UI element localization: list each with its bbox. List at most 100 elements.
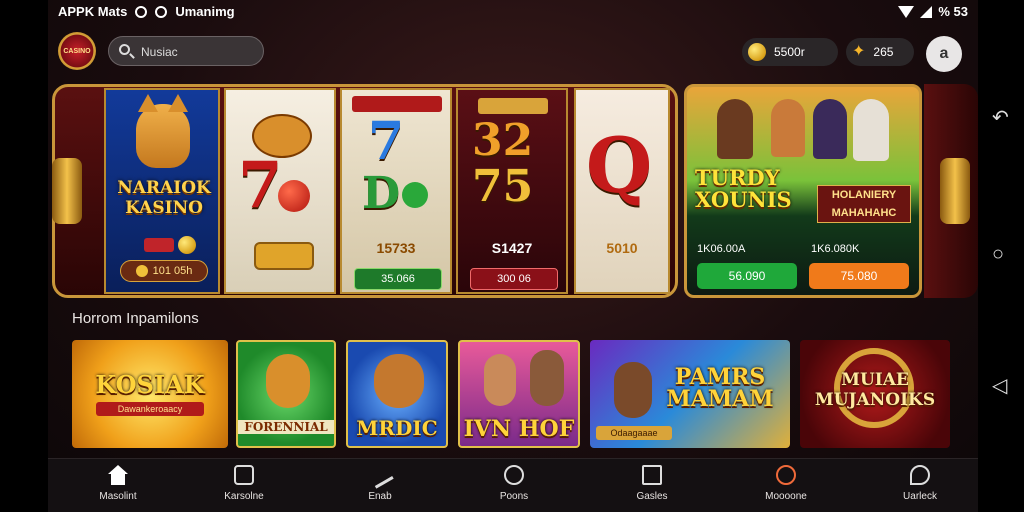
reel-mid-value: 5010 xyxy=(606,240,638,256)
promo-label-right: 1K6.080K xyxy=(811,243,860,255)
nav-item-poons[interactable]: Poons xyxy=(464,465,564,502)
nav-item-enab[interactable]: Enab xyxy=(330,461,430,502)
section-title: Horrom Inpamilons xyxy=(72,310,199,327)
search-icon xyxy=(776,465,796,485)
nav-item-search[interactable]: Moooone xyxy=(736,465,836,502)
nav-item-home[interactable]: Masolint xyxy=(68,465,168,502)
fox-icon xyxy=(374,354,424,408)
coin-icon xyxy=(178,236,196,254)
reel-kasino[interactable]: NARAIOK KASINO 101 05h xyxy=(104,88,220,294)
person-icon xyxy=(530,350,564,406)
coin-icon xyxy=(135,265,148,277)
profile-glyph: a xyxy=(939,45,949,62)
tile-label: KOSIAK xyxy=(95,370,205,399)
game-icon xyxy=(234,465,254,485)
nav-item-games[interactable]: Karsolne xyxy=(194,465,294,502)
person-icon xyxy=(614,362,652,418)
reel-badge: 35.066 xyxy=(354,268,442,290)
person-icon xyxy=(813,99,847,159)
reel-lucky[interactable]: 7 D 15733 35.066 xyxy=(340,88,452,294)
bar-icon xyxy=(254,242,314,270)
notification-icon xyxy=(135,5,148,18)
tile-label: MUIAE MUJANOIKS xyxy=(814,370,936,410)
balance-pill[interactable]: 5500r xyxy=(742,38,838,66)
status-bar: APPK Mats Umanimg % 53 xyxy=(48,0,978,24)
tile-sublabel: Dawankeroaacy xyxy=(96,402,204,416)
tile-label: PAMRS MAMAM xyxy=(666,364,774,412)
tomato-icon xyxy=(278,180,310,212)
nav-label: Karsolne xyxy=(224,491,264,502)
promo-label-left: 1K06.00A xyxy=(697,243,746,255)
person-icon xyxy=(771,99,805,157)
number-symbol: 75 xyxy=(472,161,534,212)
reel-seven[interactable]: 7 xyxy=(224,88,336,294)
screen-icon xyxy=(642,465,662,485)
promo-orange-button[interactable]: 75.080 xyxy=(809,263,909,289)
person-icon xyxy=(717,99,753,159)
number-symbol: 32 xyxy=(472,115,534,166)
reel-value-badge: 101 05h xyxy=(120,260,208,282)
nav-label: Poons xyxy=(499,491,529,502)
back-icon[interactable]: ↶ xyxy=(992,108,1009,128)
search-box[interactable] xyxy=(108,36,264,66)
seven-symbol: 7 xyxy=(238,148,283,223)
person-icon xyxy=(853,99,889,161)
game-tile[interactable]: FORENNIAL xyxy=(236,340,336,448)
dog-icon xyxy=(136,94,190,168)
reel-queen[interactable]: Q 5010 xyxy=(574,88,670,294)
clover-icon xyxy=(402,182,428,208)
bottom-nav: Masolint Karsolne Enab Poons Gasles Mooo… xyxy=(48,458,978,512)
left-lever xyxy=(52,158,82,224)
right-lever xyxy=(940,158,970,224)
app-screen: APPK Mats Umanimg % 53 CASINO 5500r ✦ 26… xyxy=(48,0,978,512)
search-icon xyxy=(119,44,130,55)
promo-card[interactable]: TURDY XOUNIS HOLANIERY MAHAHAHC 1K06.00A… xyxy=(684,84,922,298)
crown-banner-icon xyxy=(478,98,548,114)
nav-label: Gasles xyxy=(636,491,668,502)
recents-icon[interactable]: ◁ xyxy=(992,376,1007,396)
status-left-text: APPK Mats xyxy=(58,4,128,19)
nav-item-chat[interactable]: Uarleck xyxy=(870,465,970,502)
letter-symbol: D xyxy=(362,168,401,219)
search-input[interactable] xyxy=(139,42,259,62)
nav-label: Moooone xyxy=(765,491,807,502)
coin-icon xyxy=(748,43,766,61)
reel-mid-value: S1427 xyxy=(491,240,533,256)
reel-numbers[interactable]: 32 75 S1427 300 06 xyxy=(456,88,568,294)
reel-title: NARAIOK KASINO xyxy=(117,178,211,218)
promo-title: TURDY XOUNIS xyxy=(695,165,792,212)
points-pill[interactable]: ✦ 265 xyxy=(846,38,914,66)
tile-sublabel: Odaagaaae xyxy=(596,426,672,440)
profile-button[interactable]: a xyxy=(926,36,962,72)
nav-label: Masolint xyxy=(99,491,137,502)
logo-text: CASINO xyxy=(63,47,91,55)
game-tile[interactable]: MUIAE MUJANOIKS xyxy=(800,340,950,448)
promo-subtitle: HOLANIERY MAHAHAHC xyxy=(817,185,911,223)
reel-mid-value: 15733 xyxy=(376,240,416,256)
banner-icon xyxy=(352,96,442,112)
tile-label: IVN HOF xyxy=(463,416,575,442)
wifi-icon xyxy=(898,5,915,18)
system-nav-bar: ↶ ○ ◁ xyxy=(980,0,1024,512)
reel-value: 101 05h xyxy=(152,265,193,277)
gem-icon xyxy=(144,238,174,252)
game-tile[interactable]: KOSIAK Dawankeroaacy xyxy=(72,340,228,448)
tile-label: MRDIC xyxy=(356,416,438,440)
game-tile[interactable]: IVN HOF xyxy=(458,340,580,448)
nav-item-gasles[interactable]: Gasles xyxy=(602,465,702,502)
nav-label: Uarleck xyxy=(903,491,937,502)
queen-symbol: Q xyxy=(586,121,653,210)
pen-icon xyxy=(366,461,394,489)
home-circle-icon[interactable]: ○ xyxy=(992,244,1004,264)
top-bar: CASINO 5500r ✦ 265 a xyxy=(48,28,978,76)
game-tile[interactable]: PAMRS MAMAM Odaagaaae xyxy=(590,340,790,448)
game-tile[interactable]: MRDIC xyxy=(346,340,448,448)
nav-label: Enab xyxy=(368,491,392,502)
app-logo[interactable]: CASINO xyxy=(58,32,96,70)
seven-symbol: 7 xyxy=(368,111,405,172)
settings-status-icon xyxy=(155,5,168,18)
reel-badge: 300 06 xyxy=(470,268,558,290)
promo-green-button[interactable]: 56.090 xyxy=(697,263,797,289)
dog-icon xyxy=(266,354,310,408)
chat-icon xyxy=(910,465,930,485)
